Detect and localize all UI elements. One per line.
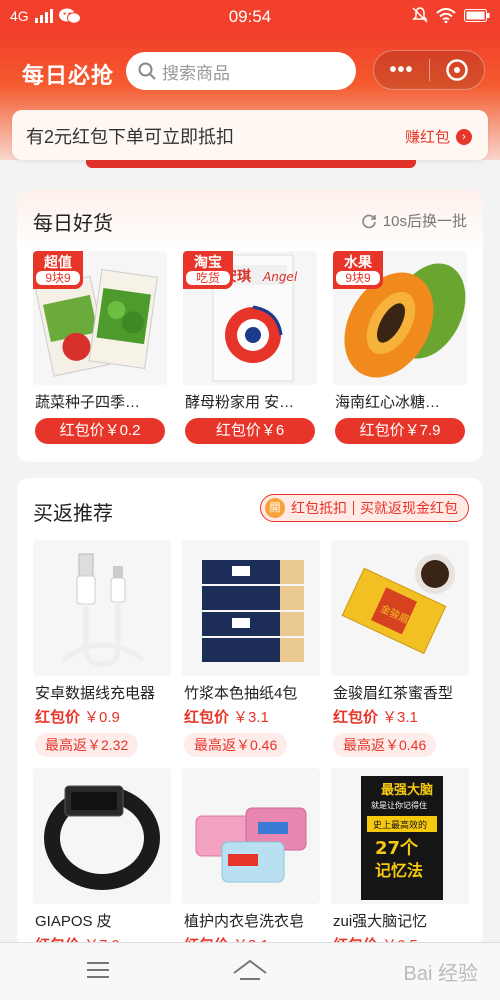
rebate-badge: 最高返￥0.46 [184,733,288,757]
baidu-watermark: Bai 经验 [403,963,478,985]
product-name: 金骏眉红茶蜜香型 [333,685,454,702]
product-card[interactable]: GIAPOS 皮 红包价￥7.9 [33,768,171,948]
tissue-pack-image [182,540,320,676]
usb-cable-image [33,540,171,676]
coupon-banner[interactable]: 有2元红包下单可立即抵扣 赚红包 › [12,110,488,160]
search-input[interactable]: 搜索商品 [126,52,356,90]
earn-coupon-label: 赚红包 [404,129,450,146]
status-bar: 4G 09:54 [0,0,500,34]
laundry-soap-image [182,768,320,904]
status-right [412,7,490,23]
product-price: 红包价￥3.1 [333,709,418,726]
product-price: 红包价 ￥0.9 [35,709,120,726]
product-card[interactable]: 竹浆本色抽纸4包 红包价 ￥3.1 最高返￥0.46 [182,540,320,760]
product-price: 红包价￥3.1 [184,709,269,726]
deal-tag: 水果 9块9 [333,251,383,289]
home-icon [233,959,267,980]
papaya-image: 水果 9块9 [333,251,467,385]
product-card[interactable]: 最强大脑 就是让你记得住 史上最高效的 27个 记忆法 zui强大脑记忆 红包价… [331,768,469,948]
product-name: 竹浆本色抽纸4包 [184,685,298,702]
header-row: 每日必抢 搜索商品 ••• [0,50,500,94]
deal-tag: 淘宝 吃货 [183,251,233,289]
svg-text:Angel: Angel [262,270,298,284]
promo-right-label: 买就返现金红包 [360,500,458,516]
search-placeholder: 搜索商品 [162,63,230,83]
deal-price-button[interactable]: 红包价￥6 [185,418,315,444]
promo-divider [353,501,354,515]
wifi-icon [436,7,456,23]
refresh-button[interactable]: 10s后换一批 [361,210,467,231]
earn-coupon-link[interactable]: 赚红包 › [405,126,472,147]
search-icon [138,62,156,80]
deal-item[interactable]: 超值 9块9 蔬菜种子四季… 红包价￥0.2 [33,251,167,451]
book-cover-line2: 就是让你记得住 [371,800,427,810]
promo-left-label: 红包抵扣 [291,500,347,516]
page-title: 每日必抢 [22,63,115,88]
mute-bell-icon [412,7,428,23]
yeast-pack-image: 安琪 Angel 淘宝 吃货 [183,251,317,385]
product-card[interactable]: 植护内衣皂洗衣皂 红包价￥3.1 [182,768,320,948]
deal-item[interactable]: 安琪 Angel 淘宝 吃货 酵母粉家用 安… 红包价￥6 [183,251,317,451]
rebate-badge: 最高返￥2.32 [35,733,139,757]
close-circle-icon [446,59,468,81]
book-cover-line5: 记忆法 [375,861,423,880]
daily-goods-section: 每日好货 10s后换一批 超值 9块9 蔬菜种子四季… 红包价￥0.2 安琪 An… [17,190,483,462]
battery-icon [464,8,490,22]
deal-name: 海南红心冰糖… [335,394,441,411]
product-name: zui强大脑记忆 [333,913,428,930]
cashback-recommend-section: 买返推荐 開 红包抵扣 买就返现金红包 安卓数据线充电器 红包价 ￥0.9 最高返… [17,478,483,948]
product-name: GIAPOS 皮 [35,913,112,930]
leather-belt-image [33,768,171,904]
product-card[interactable]: 金骏眉 金骏眉红茶蜜香型 红包价 ￥3.1 最高返￥0.46 [331,540,469,760]
cashback-promo-badge[interactable]: 開 红包抵扣 买就返现金红包 [260,494,469,522]
deal-item[interactable]: 水果 9块9 海南红心冰糖… 红包价￥7.9 [333,251,467,451]
refresh-icon [362,214,376,228]
open-badge-icon: 開 [265,498,285,518]
deal-name: 酵母粉家用 安… [185,394,295,411]
deal-price-button[interactable]: 红包价￥7.9 [335,418,465,444]
more-button[interactable]: ••• [374,59,429,82]
book-cover-line1: 最强大脑 [381,782,433,798]
book-cover-line3: 史上最高效的 [373,819,427,831]
menu-button[interactable] [86,959,110,986]
deal-tag: 超值 9块9 [33,251,83,289]
memory-book-image: 最强大脑 就是让你记得住 史上最高效的 27个 记忆法 [331,768,469,904]
banner-underline [86,160,416,168]
system-nav-bar: Bai 经验 [0,942,500,1000]
chevron-right-icon: › [456,128,472,145]
recommend-title: 买返推荐 [33,503,113,525]
coupon-banner-text: 有2元红包下单可立即抵扣 [26,127,235,147]
black-tea-box-image: 金骏眉 [331,540,469,676]
product-name: 安卓数据线充电器 [35,685,156,702]
product-name: 植护内衣皂洗衣皂 [184,913,305,930]
rebate-badge: 最高返￥0.46 [333,733,437,757]
deal-price-button[interactable]: 红包价￥0.2 [35,418,165,444]
daily-goods-title: 每日好货 [33,213,113,235]
home-button[interactable] [232,959,268,986]
product-card[interactable]: 安卓数据线充电器 红包价 ￥0.9 最高返￥2.32 [33,540,171,760]
deal-name: 蔬菜种子四季… [35,394,141,411]
seed-packets-image: 超值 9块9 [33,251,167,385]
close-miniprogram-button[interactable] [430,58,484,82]
book-cover-line4: 27个 [375,837,419,859]
menu-icon [87,962,109,978]
refresh-label: 10s后换一批 [382,213,467,230]
miniprogram-capsule: ••• [373,50,485,90]
